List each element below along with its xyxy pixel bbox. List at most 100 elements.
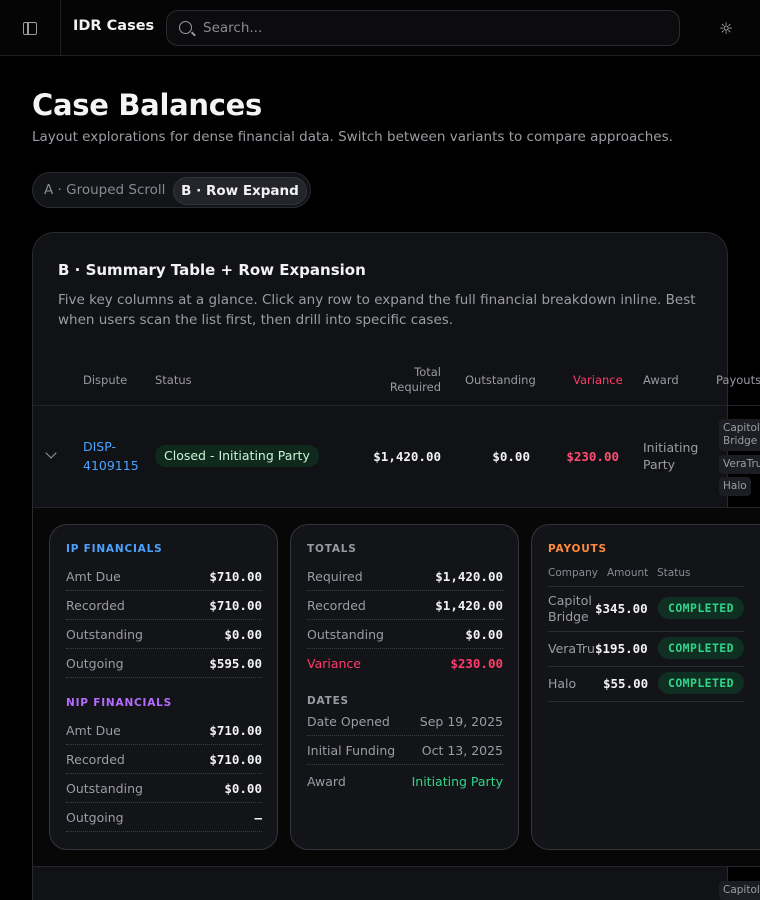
payouts-panel: PAYOUTS Company Amount Status Capitol Br…: [531, 524, 760, 850]
totals-dates-panel: TOTALS Required $1,420.00 Recorded $1,42…: [290, 524, 519, 850]
award-value: Award Initiating Party: [307, 767, 503, 796]
row-divider: [32, 866, 760, 867]
kv-value: $230.00: [450, 656, 503, 671]
payout-status-badge: COMPLETED: [658, 597, 744, 619]
payout-chip: Capitol Bridge: [719, 419, 760, 451]
column-header-variance[interactable]: Variance: [573, 373, 623, 388]
theme-toggle-button[interactable]: ☼: [714, 16, 738, 40]
kv-value: $710.00: [209, 569, 262, 584]
search-icon: [179, 21, 192, 34]
nip-outstanding: Outstanding $0.00: [66, 774, 262, 803]
ip-outstanding: Outstanding $0.00: [66, 620, 262, 649]
dispute-link[interactable]: DISP-4109115: [83, 437, 143, 475]
cell-total-required: $1,420.00: [373, 449, 441, 464]
kv-label: Outstanding: [66, 781, 143, 796]
kv-label: Amt Due: [66, 569, 121, 584]
nip-recorded: Recorded $710.00: [66, 745, 262, 774]
payout-status-badge: COMPLETED: [658, 672, 744, 694]
kv-value: $710.00: [209, 598, 262, 613]
variant-tab-b[interactable]: B · Row Expand: [173, 177, 307, 205]
kv-label: Outgoing: [66, 656, 124, 671]
kv-label: Recorded: [307, 598, 366, 613]
ip-nip-financials-panel: IP FINANCIALS Amt Due $710.00 Recorded $…: [49, 524, 278, 850]
payouts-column-company: Company: [548, 567, 598, 579]
column-header-payouts[interactable]: Payouts: [716, 373, 760, 388]
kv-label: Award: [307, 774, 346, 789]
kv-value: Initiating Party: [411, 774, 503, 789]
chevron-down-icon[interactable]: [45, 447, 57, 459]
kv-label: Recorded: [66, 752, 125, 767]
search-box[interactable]: [166, 10, 680, 46]
kv-value: Oct 13, 2025: [421, 743, 503, 758]
kv-label: Initial Funding: [307, 743, 396, 758]
payouts-heading: PAYOUTS: [548, 543, 607, 555]
payouts-divider: [548, 631, 744, 632]
sidebar-toggle-button[interactable]: [0, 0, 61, 56]
nip-financials-heading: NIP FINANCIALS: [66, 697, 173, 709]
payouts-divider: [548, 586, 744, 587]
payout-amount: $55.00: [603, 676, 649, 691]
payout-company: Halo: [548, 676, 577, 691]
variant-tab-a[interactable]: A · Grouped Scroll: [44, 182, 165, 198]
totals-variance: Variance $230.00: [307, 649, 503, 678]
payout-chip: Halo: [719, 477, 751, 496]
payouts-column-amount: Amount: [607, 567, 649, 579]
kv-value: $1,420.00: [435, 598, 503, 613]
kv-value: $710.00: [209, 752, 262, 767]
kv-value: $0.00: [465, 627, 503, 642]
kv-value: $1,420.00: [435, 569, 503, 584]
sun-icon: ☼: [718, 18, 734, 38]
payouts-column-status: Status: [657, 567, 691, 579]
column-header-award[interactable]: Award: [643, 373, 679, 388]
kv-label: Required: [307, 569, 363, 584]
payout-company: Capitol Bridge: [548, 593, 592, 624]
column-header-dispute[interactable]: Dispute: [83, 373, 127, 388]
payout-amount: $345.00: [595, 601, 648, 616]
payout-amount: $195.00: [595, 641, 648, 656]
ip-amt-due: Amt Due $710.00: [66, 562, 262, 591]
page-subtitle: Layout explorations for dense financial …: [32, 129, 673, 145]
card-description: Five key columns at a glance. Click any …: [58, 292, 696, 328]
kv-label: Date Opened: [307, 714, 390, 729]
initial-funding-date: Initial Funding Oct 13, 2025: [307, 736, 503, 765]
payouts-divider: [548, 666, 744, 667]
kv-value: $0.00: [224, 627, 262, 642]
ip-recorded: Recorded $710.00: [66, 591, 262, 620]
search-input[interactable]: [203, 11, 663, 45]
column-header-outstanding[interactable]: Outstanding: [465, 373, 536, 388]
column-header-total-required[interactable]: Total Required: [383, 365, 441, 395]
cell-outstanding: $0.00: [492, 449, 530, 464]
header-divider: [32, 405, 760, 406]
row-expansion: IP FINANCIALS Amt Due $710.00 Recorded $…: [33, 508, 760, 866]
column-header-status[interactable]: Status: [155, 373, 192, 388]
payout-chip: VeraTru: [719, 455, 760, 474]
kv-value: $0.00: [224, 781, 262, 796]
top-bar: IDR Cases ☼: [0, 0, 760, 56]
variant-switcher: A · Grouped Scroll B · Row Expand: [32, 172, 311, 208]
sidebar-icon: [23, 21, 37, 35]
totals-required: Required $1,420.00: [307, 562, 503, 591]
ip-financials-heading: IP FINANCIALS: [66, 543, 163, 555]
kv-label: Recorded: [66, 598, 125, 613]
kv-label: Amt Due: [66, 723, 121, 738]
kv-label: Variance: [307, 656, 361, 671]
kv-value: –: [254, 810, 262, 825]
kv-value: Sep 19, 2025: [419, 714, 503, 729]
kv-label: Outstanding: [307, 627, 384, 642]
card-title: B · Summary Table + Row Expansion: [58, 261, 366, 279]
kv-label: Outstanding: [66, 627, 143, 642]
payout-chip: Capitol: [719, 881, 760, 900]
payouts-divider: [548, 701, 744, 702]
ip-outgoing: Outgoing $595.00: [66, 649, 262, 678]
payout-status-badge: COMPLETED: [658, 637, 744, 659]
kv-value: $710.00: [209, 723, 262, 738]
kv-value: $595.00: [209, 656, 262, 671]
kv-label: Outgoing: [66, 810, 124, 825]
page-title: Case Balances: [32, 88, 262, 122]
cell-variance: $230.00: [566, 449, 619, 464]
date-opened: Date Opened Sep 19, 2025: [307, 707, 503, 736]
variant-card: B · Summary Table + Row Expansion Five k…: [32, 232, 760, 900]
nip-outgoing: Outgoing –: [66, 803, 262, 832]
totals-outstanding: Outstanding $0.00: [307, 620, 503, 649]
status-badge: Closed - Initiating Party: [155, 445, 319, 467]
